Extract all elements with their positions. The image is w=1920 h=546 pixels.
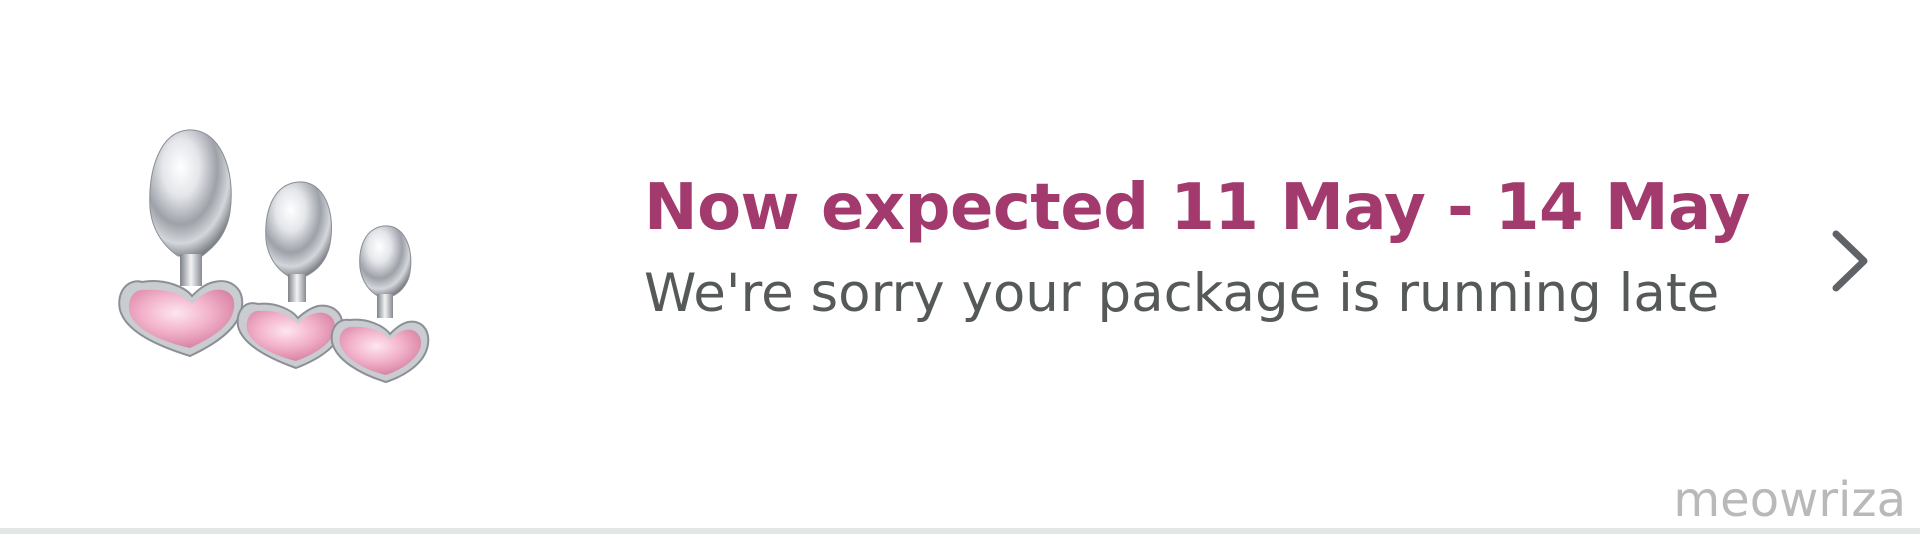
small-plug: [330, 225, 430, 384]
delivery-status-card[interactable]: Now expected 11 May - 14 May We're sorry…: [0, 0, 1920, 528]
bottom-divider: [0, 528, 1920, 534]
chevron-right-icon[interactable]: [1830, 228, 1872, 294]
delay-apology-message: We're sorry your package is running late: [644, 263, 1720, 324]
delivery-estimate-headline: Now expected 11 May - 14 May: [644, 171, 1750, 245]
medium-plug: [236, 181, 344, 370]
delivery-text: Now expected 11 May - 14 May We're sorry…: [644, 168, 1804, 326]
product-image: [118, 129, 430, 384]
watermark-text: meowriza: [1673, 472, 1906, 528]
large-plug: [118, 129, 244, 358]
